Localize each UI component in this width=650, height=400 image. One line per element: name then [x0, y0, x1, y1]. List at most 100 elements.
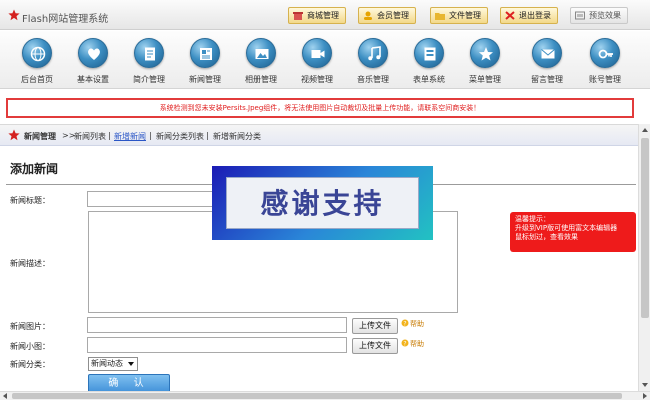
upload-thumb-button[interactable]: 上传文件 — [352, 338, 398, 354]
scroll-right-icon[interactable] — [643, 393, 647, 399]
nav-label: 音乐管理 — [357, 75, 389, 84]
vip-tip-box: 温馨提示： 升级到VIP版可使用富文本编辑器 鼠标划过，查看效果 — [510, 212, 636, 252]
nav-orb — [590, 38, 620, 68]
preview-button[interactable]: 预览效果 — [570, 7, 628, 24]
scroll-thumb[interactable] — [12, 393, 622, 399]
logout-icon — [505, 11, 515, 20]
mail-icon — [541, 49, 555, 59]
nav-item-basic-settings[interactable]: 基本设置 — [66, 36, 120, 86]
preview-label: 预览效果 — [589, 11, 621, 20]
svg-text:?: ? — [403, 341, 406, 348]
breadcrumb-link-news-list[interactable]: 新闻列表 — [74, 131, 106, 142]
image-help-link[interactable]: ? 帮助 — [401, 319, 424, 329]
tip-line: 温馨提示： — [515, 215, 550, 223]
news-title-label: 新闻标题： — [10, 196, 50, 205]
nav-orb — [358, 38, 388, 68]
breadcrumb-divider: | — [108, 131, 111, 140]
scroll-down-icon[interactable] — [642, 383, 648, 387]
nav-orb — [190, 38, 220, 68]
nav-item-intro[interactable]: 简介管理 — [122, 36, 176, 86]
help-label: 帮助 — [410, 320, 424, 328]
nav-item-album[interactable]: 相册管理 — [234, 36, 288, 86]
news-category-select[interactable]: 新闻动态 — [88, 357, 138, 371]
breadcrumb-divider: | — [149, 131, 152, 140]
form-icon — [424, 47, 436, 61]
nav-item-news[interactable]: 新闻管理 — [178, 36, 232, 86]
thanks-banner-panel: 感谢支持 — [226, 177, 419, 229]
breadcrumb-link-add-news[interactable]: 新增新闻 — [114, 131, 146, 142]
category-selected-value: 新闻动态 — [91, 359, 123, 368]
breadcrumb-link-category-list[interactable]: 新闻分类列表 — [156, 131, 204, 142]
nav-item-messages[interactable]: 留言管理 — [520, 36, 574, 86]
thanks-banner-text: 感谢支持 — [260, 187, 385, 220]
svg-text:?: ? — [403, 321, 406, 328]
nav-label: 菜单管理 — [469, 75, 501, 84]
shop-management-button[interactable]: 商城管理 — [288, 7, 346, 24]
document-icon — [145, 47, 155, 61]
logout-button[interactable]: 退出登录 — [500, 7, 558, 24]
help-icon: ? — [401, 339, 409, 347]
horizontal-scrollbar[interactable] — [0, 391, 650, 400]
nav-label: 表单系统 — [413, 75, 445, 84]
nav-label: 相册管理 — [245, 75, 277, 84]
nav-orb — [414, 38, 444, 68]
nav-orb — [134, 38, 164, 68]
music-icon — [368, 46, 381, 61]
nav-label: 基本设置 — [77, 75, 109, 84]
nav-item-form-system[interactable]: 表单系统 — [402, 36, 456, 86]
nav-item-music[interactable]: 音乐管理 — [346, 36, 400, 86]
scroll-up-icon[interactable] — [642, 128, 648, 132]
help-label: 帮助 — [410, 340, 424, 348]
breadcrumb-current: 新闻管理 — [24, 132, 56, 141]
nav-orb — [78, 38, 108, 68]
video-icon — [311, 50, 325, 58]
main-nav: 后台首页 基本设置 简介管理 新闻管理 相册管理 视频管理 音乐管理 表单系统 … — [0, 31, 650, 89]
nav-orb — [246, 38, 276, 68]
file-management-button[interactable]: 文件管理 — [430, 7, 488, 24]
nav-label: 账号管理 — [589, 75, 621, 84]
globe-icon — [30, 46, 46, 62]
star-logo-icon — [8, 9, 20, 21]
album-icon — [255, 49, 269, 59]
file-icon — [435, 13, 445, 20]
news-thumb-input[interactable] — [87, 337, 347, 353]
thumb-help-link[interactable]: ? 帮助 — [401, 339, 424, 349]
news-image-label: 新闻图片： — [10, 322, 50, 331]
nav-orb — [302, 38, 332, 68]
shop-icon — [293, 12, 303, 20]
nav-item-video[interactable]: 视频管理 — [290, 36, 344, 86]
component-warning-banner: 系统检测到您未安装Persits.Jpeg组件，将无法使用图片自动裁切及批量上传… — [6, 98, 634, 118]
top-bar: Flash网站管理系统 商城管理 会员管理 文件管理 退出登录 预览效果 — [0, 0, 650, 30]
preview-icon — [575, 11, 585, 20]
breadcrumb-divider: | — [206, 131, 209, 140]
nav-orb — [532, 38, 562, 68]
member-icon — [364, 11, 372, 20]
scroll-thumb[interactable] — [641, 138, 649, 318]
nav-label: 留言管理 — [531, 75, 563, 84]
scroll-left-icon[interactable] — [3, 393, 7, 399]
nav-label: 新闻管理 — [189, 75, 221, 84]
nav-item-accounts[interactable]: 账号管理 — [578, 36, 632, 86]
file-management-label: 文件管理 — [449, 11, 481, 20]
nav-orb — [22, 38, 52, 68]
breadcrumb-link-add-category[interactable]: 新增新闻分类 — [213, 131, 261, 142]
key-icon — [598, 49, 613, 59]
app-title: Flash网站管理系统 — [22, 14, 109, 25]
star-icon — [479, 47, 493, 61]
tip-line: 升级到VIP版可使用富文本编辑器 — [515, 224, 618, 232]
member-management-button[interactable]: 会员管理 — [358, 7, 416, 24]
nav-label: 简介管理 — [133, 75, 165, 84]
help-icon: ? — [401, 319, 409, 327]
nav-label: 视频管理 — [301, 75, 333, 84]
member-management-label: 会员管理 — [377, 11, 409, 20]
star-icon — [8, 129, 20, 141]
nav-item-home[interactable]: 后台首页 — [10, 36, 64, 86]
news-image-input[interactable] — [87, 317, 347, 333]
tip-line: 鼠标划过，查看效果 — [515, 233, 578, 241]
upload-image-button[interactable]: 上传文件 — [352, 318, 398, 334]
news-description-label: 新闻描述： — [10, 259, 50, 268]
news-thumb-label: 新闻小图： — [10, 342, 50, 351]
nav-item-menu[interactable]: 菜单管理 — [458, 36, 512, 86]
vertical-scrollbar[interactable] — [638, 124, 650, 391]
logout-label: 退出登录 — [519, 11, 551, 20]
